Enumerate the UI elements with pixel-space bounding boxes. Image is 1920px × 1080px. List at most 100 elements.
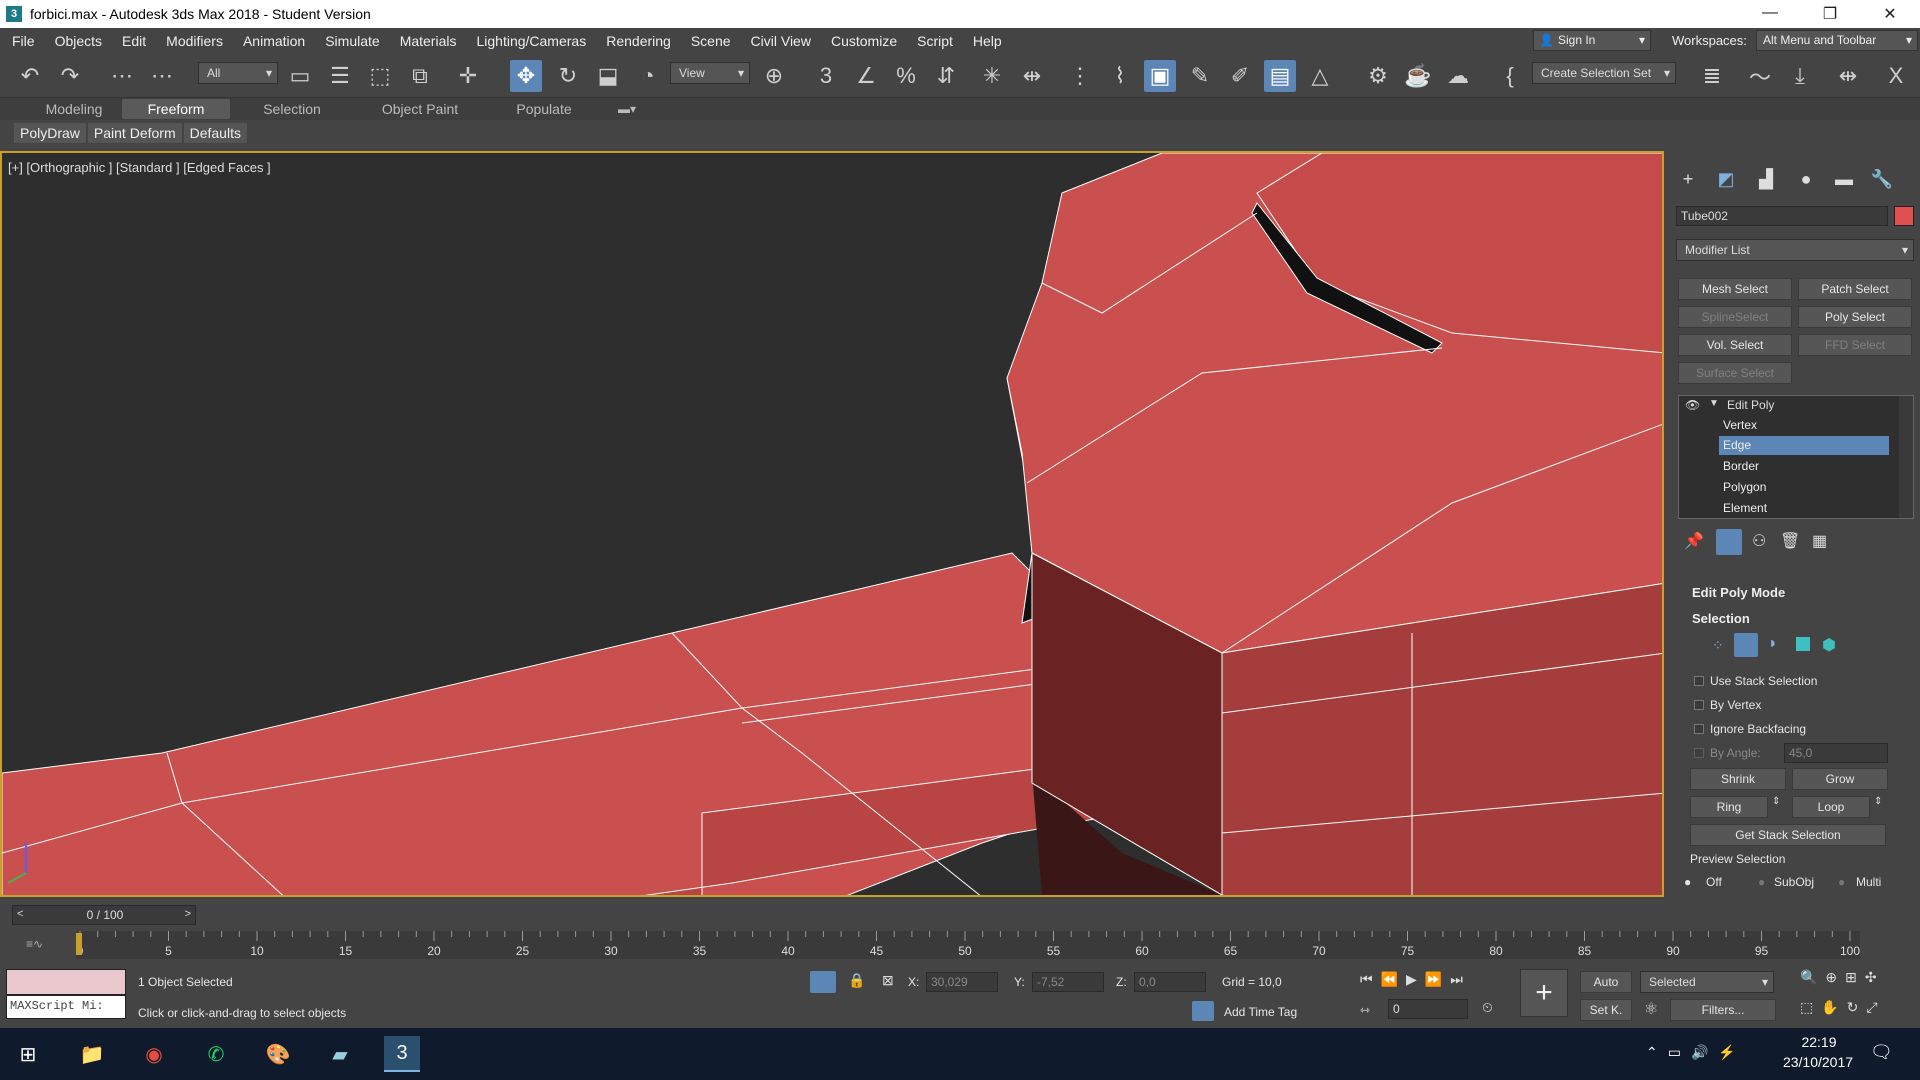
loop-button[interactable]: Loop xyxy=(1792,796,1870,818)
percent-snap-icon[interactable]: % xyxy=(890,60,922,92)
time-tag-icon[interactable] xyxy=(1192,1001,1214,1021)
utilities-tab-icon[interactable]: 🔧 xyxy=(1868,165,1896,193)
menu-lighting-cameras[interactable]: Lighting/Cameras xyxy=(466,33,596,49)
maxscript-listener-pink[interactable] xyxy=(6,969,126,995)
vertex-mode-icon[interactable]: ⁘ xyxy=(1712,637,1724,654)
menu-civil-view[interactable]: Civil View xyxy=(741,33,821,49)
key-tangent-icon[interactable]: ⚛ xyxy=(1644,999,1658,1019)
redo-icon[interactable]: ↷ xyxy=(54,60,86,92)
render-frame-icon[interactable]: ☕ xyxy=(1402,60,1434,92)
stack-item-border[interactable]: Border xyxy=(1723,459,1759,473)
align-icon[interactable]: ⋮ xyxy=(1064,60,1096,92)
undo-icon[interactable]: ↶ xyxy=(14,60,46,92)
preview-off-radio[interactable]: ● xyxy=(1684,875,1691,889)
render-setup-icon[interactable]: ⚙ xyxy=(1362,60,1394,92)
stack-item-edge[interactable]: Edge xyxy=(1723,438,1751,452)
menu-simulate[interactable]: Simulate xyxy=(315,33,389,49)
add-time-tag-label[interactable]: Add Time Tag xyxy=(1224,1005,1297,1019)
selection-filter-dropdown[interactable]: All xyxy=(198,62,278,84)
track-bar[interactable]: 0510152025303540455055606570758085909510… xyxy=(76,931,1860,959)
prev-frame-icon[interactable]: < xyxy=(17,908,23,920)
spinner-snap-icon[interactable]: ⇵ xyxy=(930,60,962,92)
place-icon[interactable]: ◔ xyxy=(632,60,664,92)
schematic-view-icon[interactable]: ▤ xyxy=(1264,60,1296,92)
menu-animation[interactable]: Animation xyxy=(233,33,315,49)
layer-explorer-icon[interactable]: ▣ xyxy=(1144,60,1176,92)
key-filter-dropdown[interactable]: Selected xyxy=(1640,971,1774,993)
select-manipulate-icon[interactable]: ✛ xyxy=(452,60,484,92)
preview-multi-radio[interactable]: ● xyxy=(1838,875,1845,889)
windows-start-icon[interactable]: ⊞ xyxy=(10,1036,46,1072)
tab-modeling[interactable]: Modeling xyxy=(30,99,118,119)
stack-item-element[interactable]: Element xyxy=(1723,501,1767,515)
tab-freeform[interactable]: Freeform xyxy=(122,99,230,119)
hierarchy-tab-icon[interactable]: ▟ xyxy=(1752,165,1780,193)
isolate-selection-icon[interactable] xyxy=(810,971,836,993)
curve-editor-icon[interactable]: ✐ xyxy=(1224,60,1256,92)
by-angle-checkbox[interactable] xyxy=(1694,748,1704,758)
dope-sheet-icon[interactable]: ⤓ xyxy=(1784,60,1816,92)
make-unique-icon[interactable]: ⚇ xyxy=(1752,531,1766,551)
create-selection-set-dropdown[interactable]: Create Selection Set xyxy=(1532,62,1676,84)
by-angle-field[interactable]: 45,0 xyxy=(1784,743,1888,763)
menu-objects[interactable]: Objects xyxy=(45,33,112,49)
polygon-mode-icon[interactable] xyxy=(1796,637,1810,651)
stack-item-vertex[interactable]: Vertex xyxy=(1723,418,1757,432)
object-color-swatch[interactable] xyxy=(1894,206,1914,226)
menu-script[interactable]: Script xyxy=(907,33,963,49)
stack-modifier-edit-poly[interactable]: Edit Poly xyxy=(1727,398,1774,412)
get-stack-selection-button[interactable]: Get Stack Selection xyxy=(1690,824,1886,846)
remove-modifier-icon[interactable]: 🗑 xyxy=(1780,531,1800,551)
spline-select-button[interactable]: SplineSelect xyxy=(1678,306,1792,328)
border-mode-icon[interactable]: ◗ xyxy=(1768,635,1778,653)
viewport-label[interactable]: [+] [Orthographic ] [Standard ] [Edged F… xyxy=(8,160,271,175)
window-crossing-icon[interactable]: ⧉ xyxy=(404,60,436,92)
selection-lock-icon[interactable]: 🔒 xyxy=(848,972,865,989)
menu-edit[interactable]: Edit xyxy=(112,33,156,49)
angle-snap-icon[interactable]: ∠ xyxy=(850,60,882,92)
named-selection-icon[interactable]: ✳ xyxy=(976,60,1008,92)
tab-object-paint[interactable]: Object Paint xyxy=(362,99,478,119)
menu-materials[interactable]: Materials xyxy=(390,33,467,49)
tab-selection[interactable]: Selection xyxy=(244,99,340,119)
viewport-nav-controls-top[interactable]: 🔍⊕⊞✣ xyxy=(1800,969,1885,986)
move-icon[interactable]: ✥ xyxy=(510,60,542,92)
menu-modifiers[interactable]: Modifiers xyxy=(156,33,233,49)
next-frame-icon[interactable]: > xyxy=(185,908,191,920)
auto-key-button[interactable]: Auto xyxy=(1580,971,1632,993)
render-production-icon[interactable]: ☁ xyxy=(1442,60,1474,92)
stack-scrollbar[interactable] xyxy=(1899,396,1913,518)
absolute-mode-icon[interactable]: ⊠ xyxy=(882,972,894,989)
time-slider-handle[interactable] xyxy=(76,933,82,955)
display-tab-icon[interactable]: ▬ xyxy=(1830,165,1858,193)
element-mode-icon[interactable]: ⬢ xyxy=(1822,635,1836,655)
maximize-button[interactable]: ❐ xyxy=(1800,4,1860,24)
by-vertex-checkbox[interactable] xyxy=(1694,700,1704,710)
scissors-model[interactable] xyxy=(2,153,1662,895)
menu-scene[interactable]: Scene xyxy=(681,33,741,49)
time-config-icon[interactable]: ⏲ xyxy=(1482,999,1493,1016)
edit-selection-set-icon[interactable]: { xyxy=(1494,60,1526,92)
action-center-icon[interactable]: 🗨 xyxy=(1870,1042,1893,1063)
eye-icon[interactable]: 👁 xyxy=(1685,398,1700,412)
ring-spinner-icon[interactable]: ⇕ xyxy=(1772,796,1780,807)
viewport-orthographic[interactable]: [+] [Orthographic ] [Standard ] [Edged F… xyxy=(0,151,1664,897)
shrink-button[interactable]: Shrink xyxy=(1690,768,1786,790)
current-frame-field[interactable]: 0 xyxy=(1388,999,1468,1019)
z-coordinate-field[interactable]: 0,0 xyxy=(1134,972,1206,992)
notes-icon[interactable]: ▰ xyxy=(322,1036,358,1072)
maxscript-mini-listener[interactable]: MAXScript Mi: xyxy=(6,995,126,1019)
ring-button[interactable]: Ring xyxy=(1690,796,1768,818)
minimize-button[interactable]: — xyxy=(1740,4,1800,24)
menu-help[interactable]: Help xyxy=(963,33,1012,49)
ffd-select-button[interactable]: FFD Select xyxy=(1798,334,1912,356)
quick-align-icon[interactable]: ⌇ xyxy=(1104,60,1136,92)
time-slider[interactable]: < 0 / 100 > xyxy=(12,905,196,925)
pivot-center-icon[interactable]: ⊕ xyxy=(758,60,790,92)
unlink-icon[interactable]: ⋯ xyxy=(146,60,178,92)
rectangular-selection-icon[interactable]: ⬚ xyxy=(364,60,396,92)
rollout-selection[interactable]: Selection xyxy=(1678,609,1914,629)
modify-tab-icon[interactable]: ◩ xyxy=(1712,165,1740,193)
clock-time[interactable]: 22:19 xyxy=(1784,1034,1854,1050)
3dsmax-taskbar-icon[interactable]: 3 xyxy=(384,1036,420,1072)
